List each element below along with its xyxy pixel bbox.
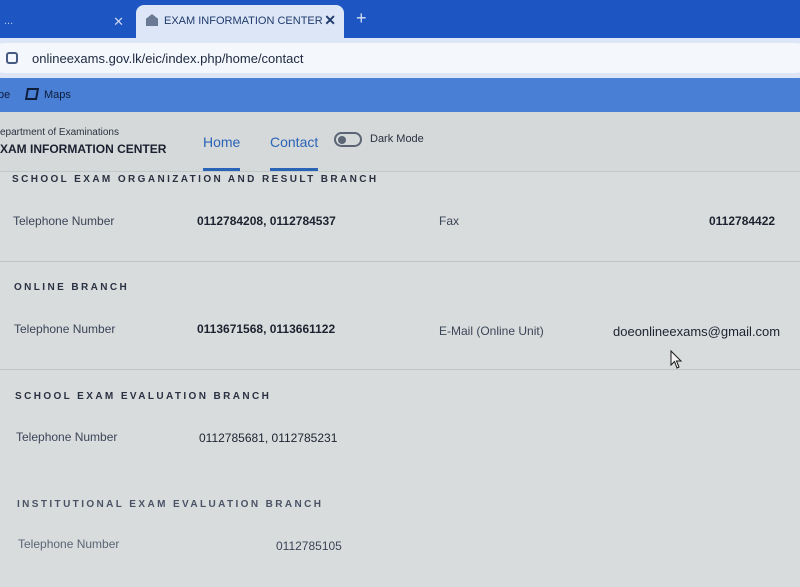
bookmarks-bar: be Maps (0, 78, 800, 112)
tab-title: ... (4, 15, 14, 27)
nav-contact-underline (270, 168, 318, 171)
browser-tab-active[interactable]: EXAM INFORMATION CENTER ✕ (136, 5, 344, 38)
bookmark-item[interactable]: be (0, 89, 10, 101)
nav-contact[interactable]: Contact (270, 134, 318, 150)
browser-tab-inactive[interactable]: ... ✕ (0, 6, 132, 36)
mouse-cursor-icon (670, 350, 683, 369)
section-title: ONLINE BRANCH (14, 282, 130, 293)
section-title: INSTITUTIONAL EXAM EVALUATION BRANCH (17, 499, 324, 510)
new-tab-button[interactable]: + (356, 8, 367, 29)
department-name: epartment of Examinations (0, 127, 119, 138)
omnibox[interactable]: onlineexams.gov.lk/eic/index.php/home/co… (0, 43, 800, 73)
bookmark-maps[interactable]: Maps (44, 89, 71, 101)
fax-value: 0112784422 (709, 214, 776, 228)
url-text[interactable]: onlineexams.gov.lk/eic/index.php/home/co… (32, 51, 303, 66)
section-title: SCHOOL EXAM ORGANIZATION AND RESULT BRAN… (12, 174, 379, 185)
address-bar-row: onlineexams.gov.lk/eic/index.php/home/co… (0, 38, 800, 78)
home-favicon-icon (146, 14, 158, 26)
nav-home-underline (203, 168, 240, 171)
telephone-value: 0112785105 (276, 539, 342, 553)
section-divider (0, 261, 800, 262)
dark-mode-label: Dark Mode (370, 133, 424, 145)
nav-home[interactable]: Home (203, 134, 240, 150)
close-tab-icon[interactable]: ✕ (324, 12, 336, 29)
telephone-label: Telephone Number (16, 430, 118, 444)
email-link[interactable]: doeonlineexams@gmail.com (613, 324, 780, 339)
browser-tab-bar: ... ✕ EXAM INFORMATION CENTER ✕ + (0, 0, 800, 38)
section-title: SCHOOL EXAM EVALUATION BRANCH (15, 391, 272, 402)
telephone-label: Telephone Number (13, 214, 115, 228)
toggle-knob (338, 136, 346, 144)
site-info-icon[interactable] (6, 52, 18, 64)
site-header: epartment of Examinations XAM INFORMATIO… (0, 112, 800, 172)
site-title: XAM INFORMATION CENTER (0, 142, 167, 156)
fax-label: Fax (439, 214, 460, 228)
maps-icon (24, 88, 40, 100)
telephone-value: 0112785681, 0112785231 (199, 431, 338, 445)
telephone-label: Telephone Number (18, 537, 120, 551)
contact-content: SCHOOL EXAM ORGANIZATION AND RESULT BRAN… (0, 172, 800, 587)
telephone-value: 0112784208, 0112784537 (197, 214, 336, 228)
email-label: E-Mail (Online Unit) (439, 324, 544, 338)
telephone-value: 0113671568, 0113661122 (197, 322, 336, 336)
tab-title: EXAM INFORMATION CENTER (164, 15, 323, 27)
close-tab-icon[interactable]: ✕ (113, 14, 124, 30)
telephone-label: Telephone Number (14, 322, 116, 336)
dark-mode-toggle[interactable] (334, 132, 362, 147)
